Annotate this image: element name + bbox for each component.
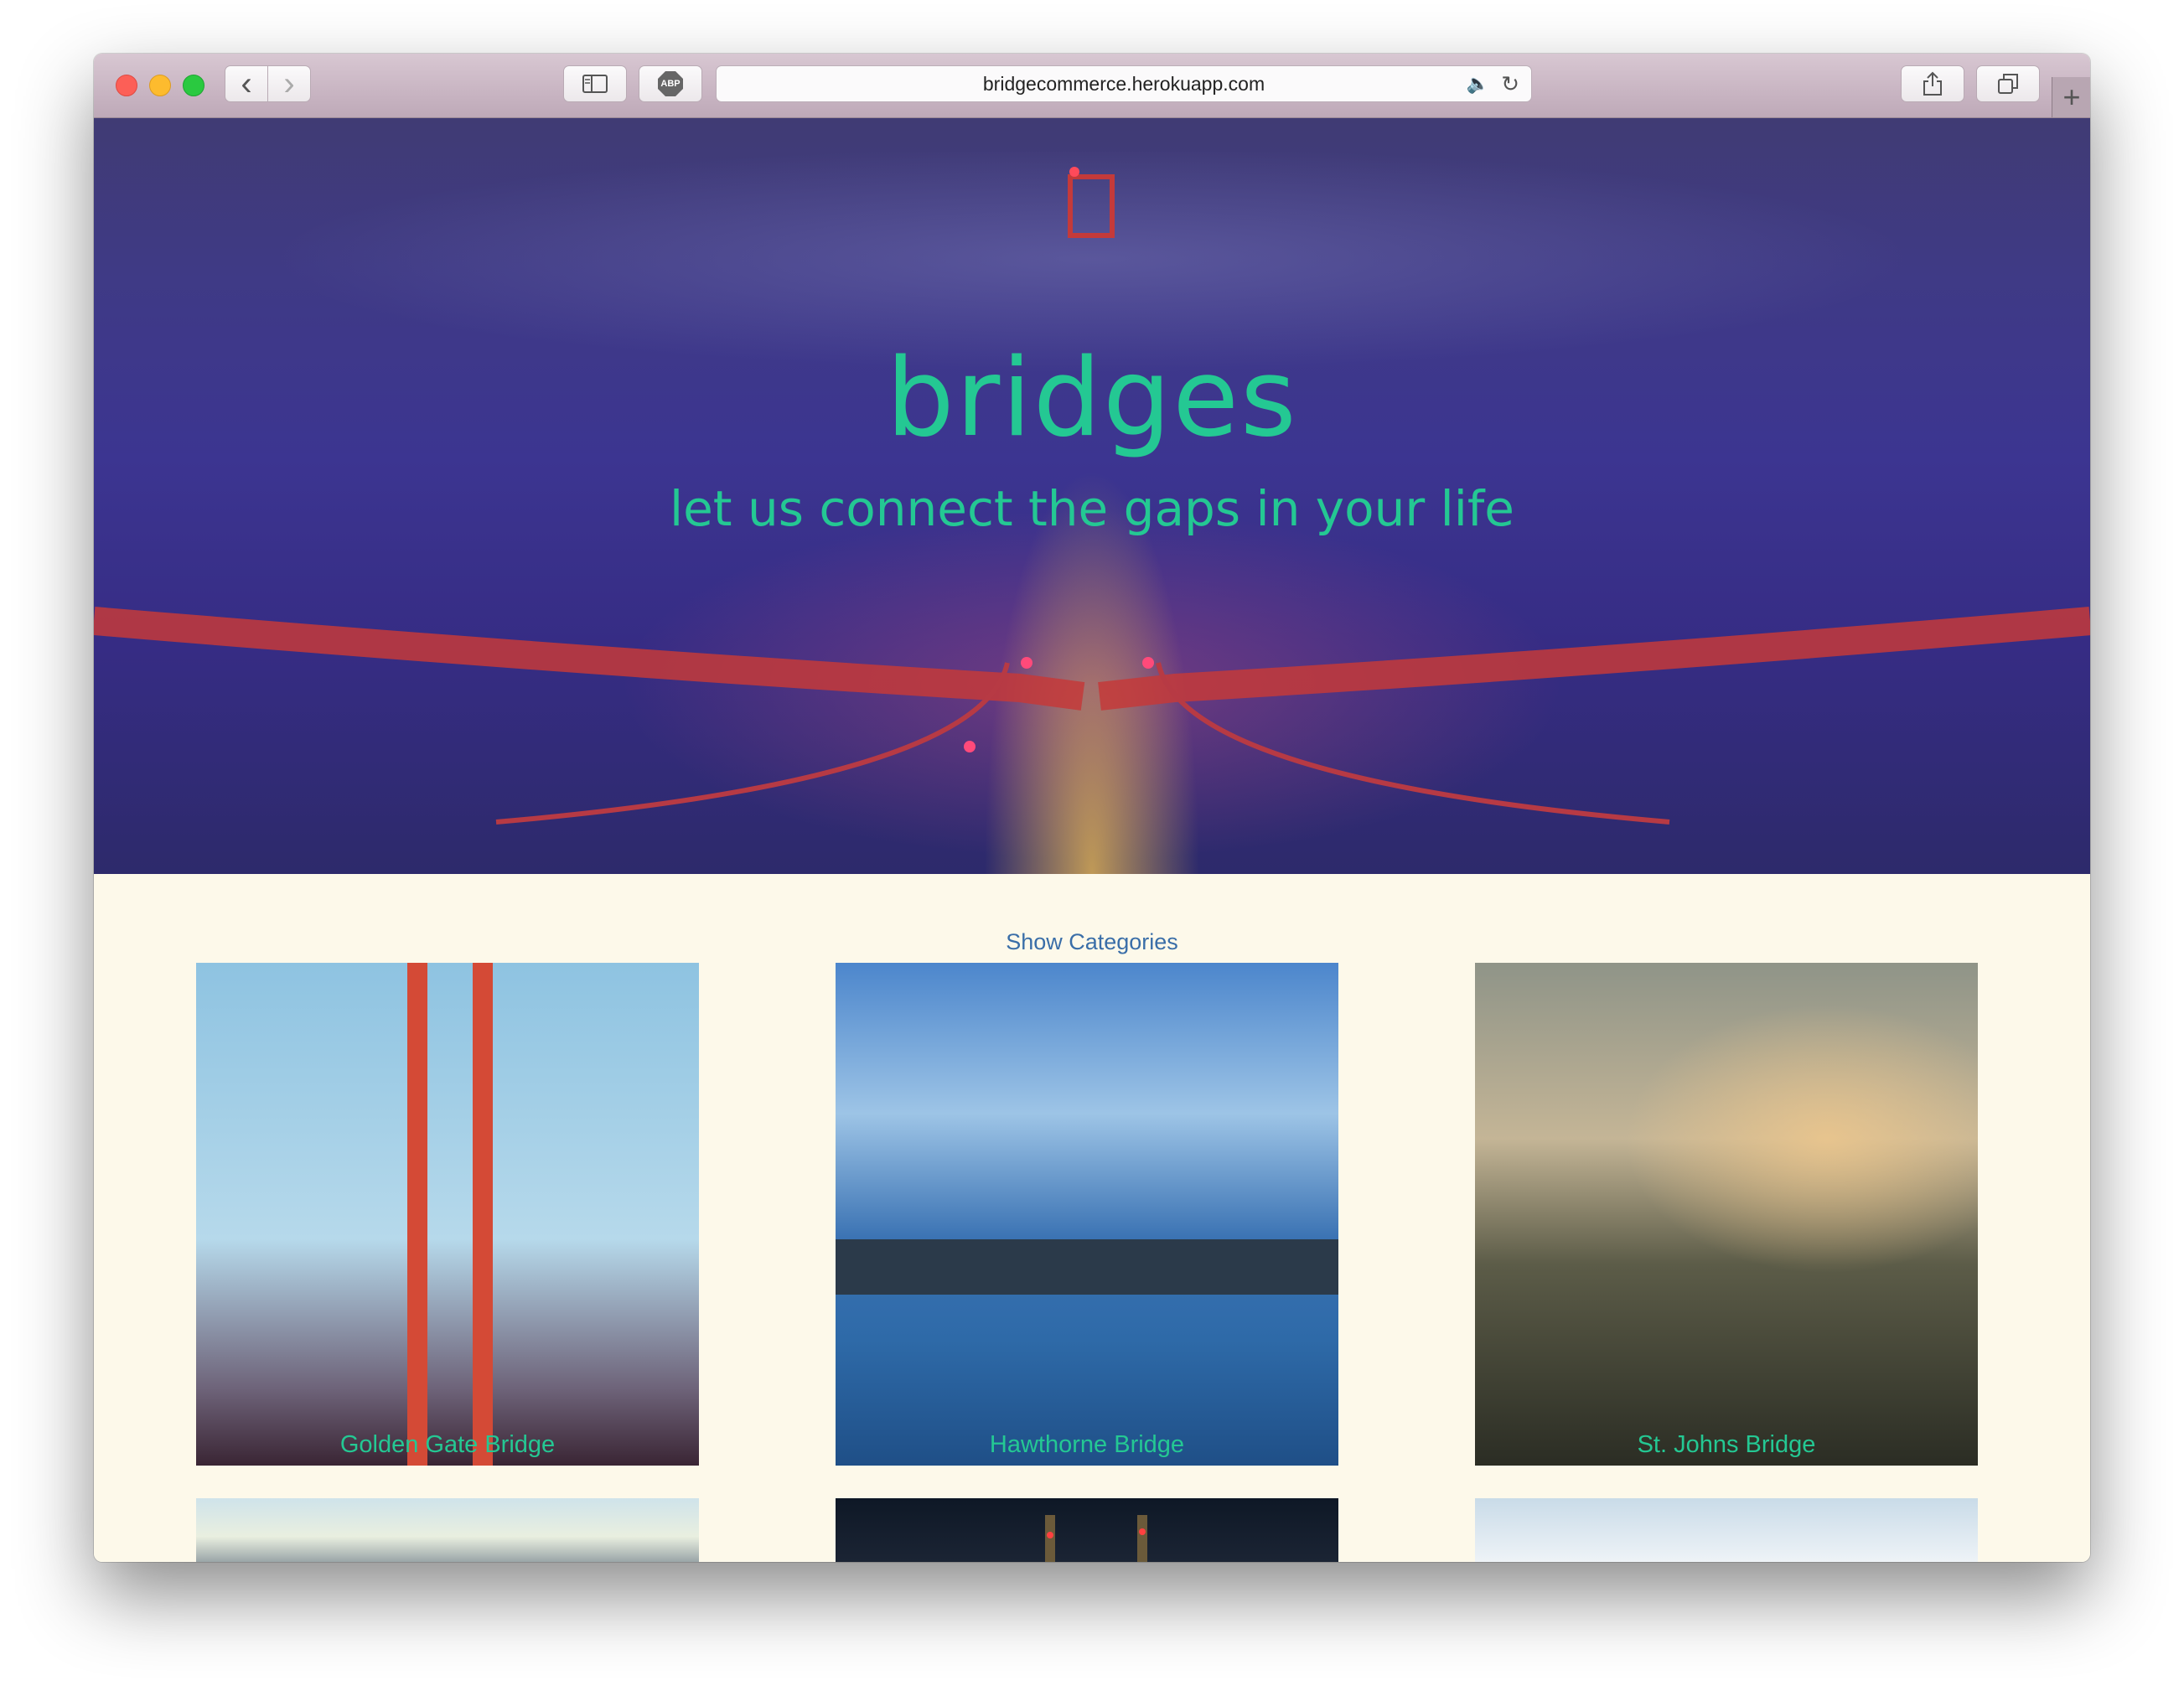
close-window-button[interactable] [116,75,137,96]
browser-window: ‹ › ABP bridgecommerce.herokuapp.com 🔈 ↻ [94,54,2090,1562]
products-section: Show Categories Golden Gate Bridge Hawth… [94,874,2090,1562]
hero-banner: bridges let us connect the gaps in your … [94,118,2090,874]
plus-icon: + [2062,80,2081,114]
product-caption[interactable]: Golden Gate Bridge [196,1431,699,1459]
hero-title: bridges [886,336,1298,461]
back-button[interactable]: ‹ [225,65,268,102]
product-card-image[interactable] [1475,1498,1978,1562]
speaker-icon[interactable]: 🔈 [1467,73,1489,95]
adblock-button[interactable]: ABP [639,65,702,102]
bridge-tower [1137,1515,1147,1562]
share-icon [1923,71,1942,96]
adblock-icon: ABP [658,71,683,96]
bridge-tower [1045,1515,1055,1562]
product-card-golden-gate[interactable]: Golden Gate Bridge [196,963,699,1466]
hero-subtitle: let us connect the gaps in your life [670,480,1514,537]
sidebar-toggle-button[interactable] [563,65,627,102]
show-categories-link[interactable]: Show Categories [94,929,2090,955]
tower-light [1139,1528,1146,1535]
address-bar[interactable]: bridgecommerce.herokuapp.com 🔈 ↻ [716,65,1532,102]
show-tabs-button[interactable] [1976,65,2040,102]
browser-toolbar: ‹ › ABP bridgecommerce.herokuapp.com 🔈 ↻ [94,54,2090,118]
minimize-window-button[interactable] [149,75,171,96]
chevron-left-icon: ‹ [241,65,252,102]
tabs-overview-icon [1998,74,2018,94]
sidebar-icon [582,75,608,93]
product-card-st-johns[interactable]: St. Johns Bridge [1475,963,1978,1466]
reload-icon[interactable]: ↻ [1501,71,1519,97]
product-card-hawthorne[interactable]: Hawthorne Bridge [836,963,1338,1466]
chevron-right-icon: › [283,65,295,102]
tower-light [1047,1532,1053,1538]
forward-button[interactable]: › [267,65,311,102]
new-tab-button[interactable]: + [2052,77,2090,117]
product-caption[interactable]: St. Johns Bridge [1475,1431,1978,1459]
product-card-image[interactable] [836,1498,1338,1562]
product-card-image[interactable] [196,1498,699,1562]
url-text: bridgecommerce.herokuapp.com [982,72,1265,95]
navigation-buttons: ‹ › [225,65,312,102]
share-button[interactable] [1901,65,1964,102]
product-caption[interactable]: Hawthorne Bridge [836,1431,1338,1459]
zoom-window-button[interactable] [183,75,204,96]
